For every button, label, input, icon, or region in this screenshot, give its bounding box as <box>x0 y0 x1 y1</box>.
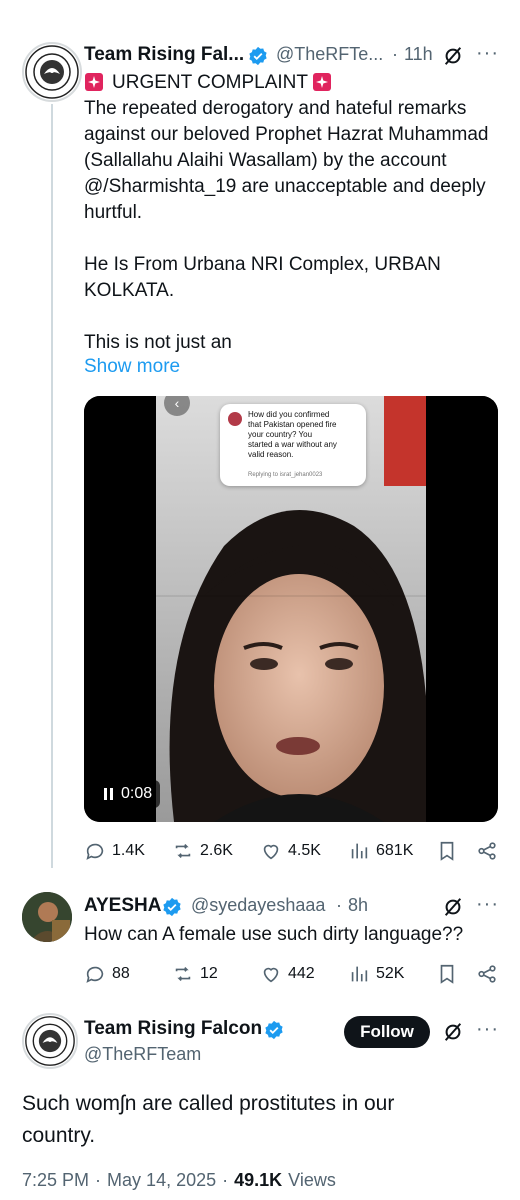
tweet-text-line: against our beloved Prophet Hazrat Muham… <box>84 124 489 145</box>
repost-count: 12 <box>200 965 218 982</box>
main-tweet-line: country. <box>22 1124 96 1147</box>
question-text: How did you confirmed that Pakistan open… <box>248 410 337 460</box>
video-player[interactable]: How did you confirmed that Pakistan open… <box>84 396 498 822</box>
follow-button[interactable]: Follow <box>344 1016 430 1048</box>
author-name[interactable]: Team Rising Falcon <box>84 1018 262 1040</box>
tweet-text-line: The repeated derogatory and hateful rema… <box>84 98 467 119</box>
siren-icon <box>313 73 331 91</box>
tweet-meta: 7:25 PM · May 14, 2025 · 49.1K Views <box>22 1170 336 1191</box>
question-avatar <box>228 412 242 426</box>
separator-dot: · <box>336 895 342 915</box>
separator-dot: · <box>222 1170 229 1190</box>
author-handle[interactable]: @TheRFTe... <box>276 44 383 65</box>
falcon-logo-icon <box>25 45 79 99</box>
views-chart-icon <box>351 966 368 982</box>
share-icon[interactable] <box>476 963 498 985</box>
grok-icon[interactable] <box>442 45 464 67</box>
avatar[interactable] <box>22 892 72 942</box>
reply-button[interactable]: 88 <box>84 963 130 985</box>
author-handle[interactable]: @syedayeshaaa <box>191 895 325 916</box>
question-line: that Pakistan opened fire <box>248 420 337 429</box>
reply-icon <box>86 843 104 860</box>
avatar[interactable] <box>22 42 82 102</box>
more-options-icon[interactable]: ··· <box>476 893 499 916</box>
tweet-text-line: hurtful. <box>84 202 143 223</box>
views-button[interactable]: 52K <box>348 963 404 985</box>
author-name[interactable]: Team Rising Fal... <box>84 44 244 66</box>
post-time[interactable]: 8h <box>348 895 368 916</box>
heart-icon <box>263 844 279 860</box>
repost-button[interactable]: 2.6K <box>172 840 233 862</box>
question-line: valid reason. <box>248 450 294 459</box>
reply-button[interactable]: 1.4K <box>84 840 145 862</box>
more-options-icon[interactable]: ··· <box>476 42 499 65</box>
verified-badge-icon <box>163 897 181 917</box>
siren-icon <box>85 73 103 91</box>
views-count: 52K <box>376 965 405 982</box>
verified-badge-icon <box>249 46 267 66</box>
grok-icon[interactable] <box>442 1021 464 1043</box>
views-count[interactable]: 49.1K <box>234 1170 282 1191</box>
reply-count: 1.4K <box>112 842 145 859</box>
tweet-text-line: (Sallallahu Alaihi Wasallam) by the acco… <box>84 150 447 171</box>
like-button[interactable]: 4.5K <box>260 840 321 862</box>
repost-button[interactable]: 12 <box>172 963 218 985</box>
repost-icon <box>175 966 191 982</box>
pause-icon[interactable] <box>104 788 113 800</box>
reply-count: 88 <box>112 965 130 982</box>
like-count: 4.5K <box>288 842 321 859</box>
heart-icon <box>263 967 279 983</box>
separator-dot: · <box>95 1170 102 1190</box>
share-icon[interactable] <box>476 840 498 862</box>
separator-dot: · <box>392 44 398 64</box>
grok-icon[interactable] <box>442 896 464 918</box>
question-card: How did you confirmed that Pakistan open… <box>220 404 366 486</box>
tweet-text-line: He Is From Urbana NRI Complex, URBAN <box>84 254 441 275</box>
bookmark-icon[interactable] <box>436 963 458 985</box>
repost-icon <box>175 843 191 859</box>
main-tweet-line: Such womʃn are called prostitutes in our <box>22 1092 395 1115</box>
question-line: started a war without any <box>248 440 337 449</box>
tweet-text-line: This is not just an <box>84 332 232 353</box>
video-time: 0:08 <box>121 785 153 802</box>
repost-count: 2.6K <box>200 842 233 859</box>
thread-line <box>51 104 53 868</box>
verified-badge-icon <box>265 1020 283 1040</box>
tweet-text-line: @/Sharmishta_19 are unacceptable and dee… <box>84 176 486 197</box>
post-time[interactable]: 7:25 PM <box>22 1170 89 1191</box>
views-button[interactable]: 681K <box>348 840 413 862</box>
tweet-headline: URGENT COMPLAINT <box>112 72 309 93</box>
like-button[interactable]: 442 <box>260 963 315 985</box>
bookmark-icon[interactable] <box>436 840 458 862</box>
video-timer[interactable]: 0:08 <box>96 780 161 808</box>
main-tweet-text: Such womʃn are called prostitutes in our… <box>22 1088 394 1152</box>
like-count: 442 <box>288 965 315 982</box>
post-date[interactable]: May 14, 2025 <box>107 1170 216 1191</box>
avatar[interactable] <box>22 1013 78 1069</box>
reply-icon <box>86 966 104 983</box>
show-more-link[interactable]: Show more <box>84 356 180 378</box>
question-line: How did you confirmed <box>248 410 330 419</box>
more-options-icon[interactable]: ··· <box>476 1018 499 1041</box>
views-label: Views <box>288 1170 336 1190</box>
reply-text: How can A female use such dirty language… <box>84 924 464 945</box>
question-line: your country? You <box>248 430 313 439</box>
falcon-logo-icon <box>25 1016 75 1066</box>
tweet-text-line: KOLKATA. <box>84 280 175 301</box>
views-chart-icon <box>351 843 368 859</box>
post-time[interactable]: 11h <box>404 44 433 65</box>
views-count: 681K <box>376 842 414 859</box>
question-reply-to: Replying to israt_jehan0023 <box>248 472 323 478</box>
author-name[interactable]: AYESHA <box>84 895 161 917</box>
author-handle[interactable]: @TheRFTeam <box>84 1044 201 1065</box>
